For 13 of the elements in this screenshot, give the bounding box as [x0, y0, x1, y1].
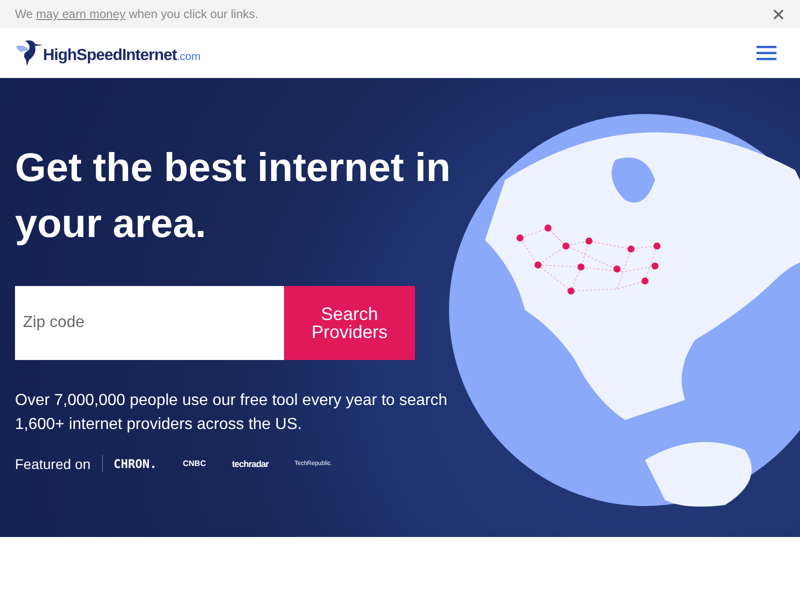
logo-text[interactable]: HighSpeedInternet.com [43, 47, 201, 65]
partner-logo: techradar [232, 458, 268, 468]
earn-money-link[interactable]: may earn money [36, 7, 126, 21]
partner-logo: CHRON. [114, 456, 157, 470]
hero-heading: Get the best internet in your area. [15, 145, 452, 248]
partner-logo: CNBC [182, 459, 206, 468]
notice-text: We may earn money when you click our links. [15, 7, 258, 21]
featured-label: Featured on [15, 456, 90, 472]
close-icon[interactable] [773, 8, 784, 20]
search-providers-button[interactable]: Search Providers [284, 286, 415, 360]
hero-description: Over 7,000,000 people use our free tool every year to search 1,600+ internet providers across the US. [15, 391, 448, 435]
menu-icon[interactable] [756, 45, 777, 61]
zip-code-field[interactable]: Zip code [15, 286, 284, 360]
